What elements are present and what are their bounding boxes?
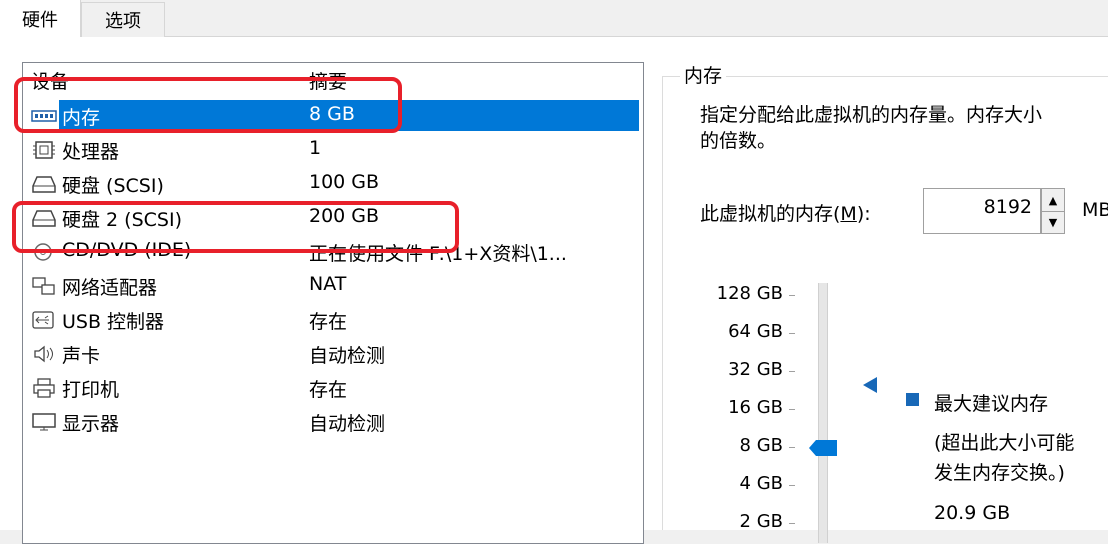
memory-group-border <box>662 76 1108 77</box>
device-name: 硬盘 (SCSI) <box>62 175 164 197</box>
device-list[interactable]: 设备 摘要 内存 8 GB 处理器 1 硬盘 (SCSI) 100 GB 硬盘 … <box>22 62 644 544</box>
device-row-network-adapter[interactable]: 网络适配器 NAT <box>23 269 643 302</box>
memory-spinner[interactable]: ▲ ▼ <box>1041 188 1065 234</box>
swap-note-line: (超出此大小可能 <box>934 432 1075 454</box>
device-row-usb-controller[interactable]: USB 控制器 存在 <box>23 303 643 336</box>
device-summary: 1 <box>309 137 322 159</box>
memory-group-title: 内存 <box>680 61 727 88</box>
tab-options[interactable]: 选项 <box>81 2 165 37</box>
device-name: 打印机 <box>62 379 120 401</box>
device-name: 声卡 <box>62 345 101 367</box>
sound-card-icon <box>34 345 53 363</box>
device-name: USB 控制器 <box>62 311 165 333</box>
tab-label: 选项 <box>105 11 141 32</box>
memory-input-label: 此虚拟机的内存(M): <box>700 203 871 225</box>
swap-note-line: 发生内存交换。) <box>934 462 1065 484</box>
device-summary: 自动检测 <box>309 345 386 367</box>
hard-disk-icon <box>32 176 56 193</box>
scale-label: 2 GB <box>739 511 783 532</box>
device-summary: 自动检测 <box>309 413 386 435</box>
scale-tick <box>789 523 795 524</box>
device-summary: 存在 <box>309 379 348 401</box>
device-row-display[interactable]: 显示器 自动检测 <box>23 405 643 438</box>
device-summary: NAT <box>309 273 347 295</box>
scale-label: 16 GB <box>728 397 783 418</box>
scale-tick <box>789 409 795 410</box>
scale-label: 4 GB <box>739 473 783 494</box>
annotation-box-memory <box>14 77 402 133</box>
device-summary: 存在 <box>309 311 348 333</box>
scale-label: 32 GB <box>728 359 783 380</box>
usb-controller-icon <box>32 311 54 329</box>
scale-label: 128 GB <box>716 283 783 304</box>
device-summary: 100 GB <box>309 171 380 193</box>
legend-max-recommended: 最大建议内存 <box>934 393 1049 415</box>
recommended-marker-icon <box>863 377 877 393</box>
device-name: 显示器 <box>62 413 120 435</box>
device-name: 网络适配器 <box>62 277 158 299</box>
device-row-processor[interactable]: 处理器 1 <box>23 133 643 166</box>
device-row-printer[interactable]: 打印机 存在 <box>23 371 643 404</box>
memory-input[interactable]: 8192 <box>923 188 1041 234</box>
swap-note: (超出此大小可能 发生内存交换。) <box>934 428 1074 488</box>
device-row-sound-card[interactable]: 声卡 自动检测 <box>23 337 643 370</box>
tab-label: 硬件 <box>22 9 58 31</box>
memory-slider-track[interactable] <box>818 283 828 543</box>
memory-group-border <box>662 76 663 530</box>
memory-unit: MB <box>1082 199 1108 221</box>
annotation-box-hard-disk-2 <box>12 201 459 253</box>
memory-description-line: 的倍数。 <box>700 130 777 152</box>
tab-bar: 硬件 选项 <box>0 0 1108 38</box>
scale-label: 64 GB <box>728 321 783 342</box>
memory-description-line: 指定分配给此虚拟机的内存量。内存大小 <box>700 104 1043 126</box>
memory-slider-thumb[interactable] <box>808 438 838 458</box>
memory-input-value: 8192 <box>983 196 1032 218</box>
scale-tick <box>789 295 795 296</box>
device-name: 处理器 <box>62 141 120 163</box>
scale-tick <box>789 447 795 448</box>
scale-label: 8 GB <box>739 435 783 456</box>
tab-hardware[interactable]: 硬件 <box>0 0 81 37</box>
scale-tick <box>789 485 795 486</box>
device-row-hard-disk[interactable]: 硬盘 (SCSI) 100 GB <box>23 167 643 200</box>
network-adapter-icon <box>32 277 55 295</box>
display-icon <box>32 413 56 431</box>
spin-up-icon[interactable]: ▲ <box>1042 189 1064 212</box>
processor-icon <box>33 141 55 159</box>
spin-down-icon[interactable]: ▼ <box>1042 211 1064 233</box>
printer-icon <box>33 378 55 398</box>
scale-tick <box>789 333 795 334</box>
legend-square-icon <box>906 393 919 406</box>
memory-description: 指定分配给此虚拟机的内存量。内存大小 的倍数。 <box>700 102 1108 154</box>
max-recommended-value: 20.9 GB <box>934 502 1011 524</box>
scale-tick <box>789 371 795 372</box>
